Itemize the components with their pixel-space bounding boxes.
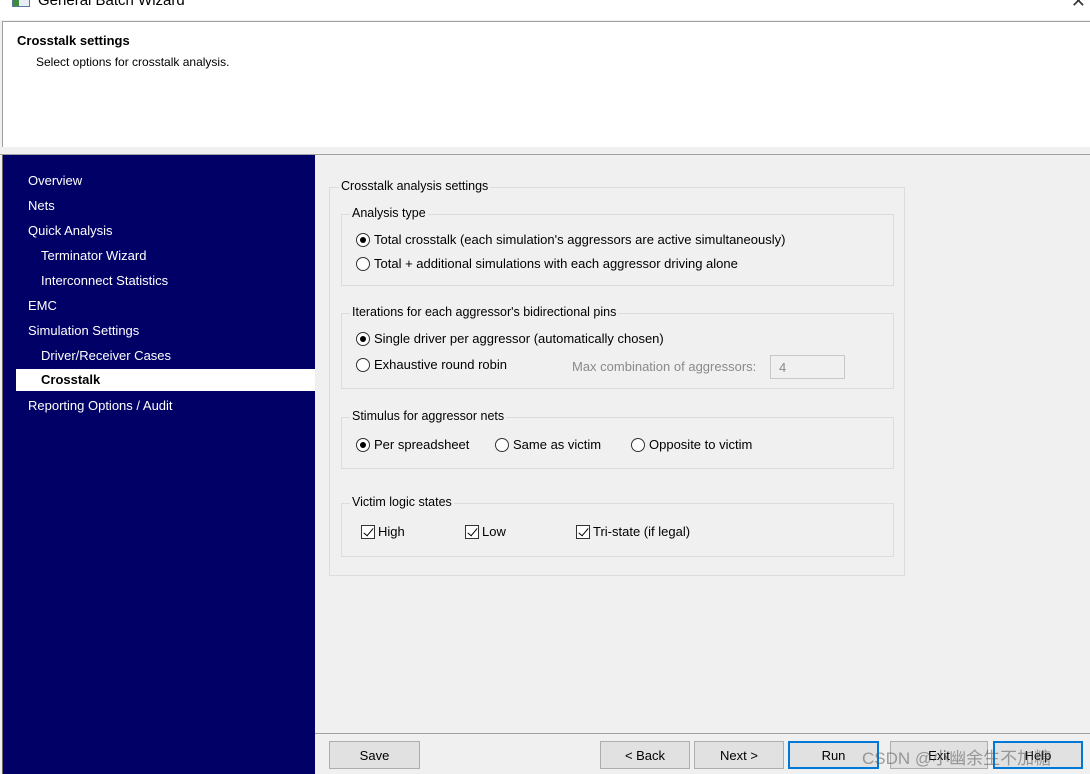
stimulus-group: Stimulus for aggressor nets Per spreadsh… [341, 409, 894, 469]
radio-selected-icon [356, 232, 370, 247]
victim-logic-label: Victim logic states [350, 495, 454, 509]
round-robin-label: Exhaustive round robin [374, 357, 507, 372]
low-label: Low [482, 524, 506, 539]
stimulus-label: Stimulus for aggressor nets [350, 409, 507, 423]
tristate-checkbox[interactable]: Tri-state (if legal) [576, 524, 690, 539]
radio-icon [356, 357, 370, 372]
nav-item-driver-receiver-cases[interactable]: Driver/Receiver Cases [41, 345, 171, 367]
max-combination-label: Max combination of aggressors: [572, 359, 757, 374]
wizard-header: Crosstalk settings Select options for cr… [2, 21, 1090, 147]
help-button[interactable]: Help [993, 741, 1083, 769]
footer-divider [315, 733, 1090, 734]
analysis-total-radio[interactable]: Total crosstalk (each simulation's aggre… [356, 232, 785, 247]
analysis-type-group: Analysis type Total crosstalk (each simu… [341, 206, 894, 286]
settings-panel: Crosstalk analysis settings Analysis typ… [315, 155, 1090, 774]
iterations-group: Iterations for each aggressor's bidirect… [341, 305, 894, 389]
per-spreadsheet-label: Per spreadsheet [374, 437, 470, 452]
window-titlebar: General Batch Wizard ✕ [0, 0, 1090, 20]
checkbox-checked-icon [465, 524, 479, 539]
analysis-additional-label: Total + additional simulations with each… [374, 256, 738, 271]
analysis-total-label: Total crosstalk (each simulation's aggre… [374, 232, 786, 247]
nav-item-interconnect-statistics[interactable]: Interconnect Statistics [41, 270, 168, 292]
back-button[interactable]: < Back [600, 741, 690, 769]
opposite-to-victim-radio[interactable]: Opposite to victim [631, 437, 752, 452]
radio-selected-icon [356, 437, 370, 452]
analysis-additional-radio[interactable]: Total + additional simulations with each… [356, 256, 738, 271]
exit-button[interactable]: Exit [890, 741, 988, 769]
nav-item-simulation-settings[interactable]: Simulation Settings [28, 320, 139, 342]
page-subtitle: Select options for crosstalk analysis. [36, 55, 230, 69]
single-driver-radio[interactable]: Single driver per aggressor (automatical… [356, 331, 664, 346]
nav-item-terminator-wizard[interactable]: Terminator Wizard [41, 245, 146, 267]
page-title: Crosstalk settings [17, 33, 130, 48]
checkbox-checked-icon [361, 524, 375, 539]
crosstalk-settings-label: Crosstalk analysis settings [339, 179, 491, 193]
radio-icon [495, 437, 509, 452]
nav-item-quick-analysis[interactable]: Quick Analysis [28, 220, 113, 242]
radio-icon [356, 256, 370, 271]
same-as-victim-label: Same as victim [513, 437, 602, 452]
victim-logic-group: Victim logic states High Low Tri-state (… [341, 495, 894, 557]
round-robin-radio[interactable]: Exhaustive round robin [356, 357, 507, 372]
radio-icon [631, 437, 645, 452]
checkbox-checked-icon [576, 524, 590, 539]
nav-item-overview[interactable]: Overview [28, 170, 82, 192]
crosstalk-settings-group: Crosstalk analysis settings Analysis typ… [329, 179, 905, 576]
radio-selected-icon [356, 331, 370, 346]
close-icon[interactable]: ✕ [1071, 0, 1086, 12]
max-combination-field[interactable] [770, 355, 845, 379]
window-title: General Batch Wizard [38, 0, 185, 9]
opposite-to-victim-label: Opposite to victim [649, 437, 753, 452]
per-spreadsheet-radio[interactable]: Per spreadsheet [356, 437, 469, 452]
low-checkbox[interactable]: Low [465, 524, 506, 539]
save-button[interactable]: Save [329, 741, 420, 769]
nav-item-emc[interactable]: EMC [28, 295, 57, 317]
wizard-nav-sidebar: Overview Nets Quick Analysis Terminator … [2, 155, 316, 774]
nav-item-reporting-options-audit[interactable]: Reporting Options / Audit [28, 395, 173, 417]
same-as-victim-radio[interactable]: Same as victim [495, 437, 601, 452]
tristate-label: Tri-state (if legal) [593, 524, 691, 539]
single-driver-label: Single driver per aggressor (automatical… [374, 331, 664, 346]
analysis-type-label: Analysis type [350, 206, 428, 220]
high-label: High [378, 524, 405, 539]
high-checkbox[interactable]: High [361, 524, 405, 539]
next-button[interactable]: Next > [694, 741, 784, 769]
nav-item-nets[interactable]: Nets [28, 195, 55, 217]
header-divider [0, 147, 1090, 155]
app-icon [12, 0, 30, 7]
nav-item-crosstalk[interactable]: Crosstalk [16, 369, 316, 391]
run-button[interactable]: Run [788, 741, 879, 769]
iterations-label: Iterations for each aggressor's bidirect… [350, 305, 619, 319]
